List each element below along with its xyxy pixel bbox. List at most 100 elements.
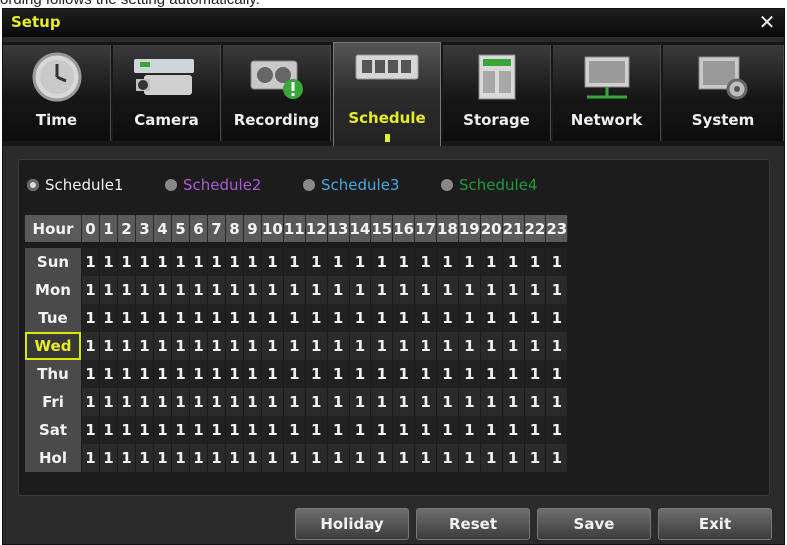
schedule-cell[interactable]: 1 — [546, 388, 569, 416]
schedule-cell[interactable]: 1 — [190, 276, 208, 304]
schedule-cell[interactable]: 1 — [437, 248, 459, 276]
schedule-cell[interactable]: 1 — [546, 416, 569, 444]
schedule-cell[interactable]: 1 — [283, 276, 306, 304]
schedule-cell[interactable]: 1 — [190, 416, 208, 444]
schedule-cell[interactable]: 1 — [136, 416, 154, 444]
schedule-cell[interactable]: 1 — [118, 360, 136, 388]
schedule-cell[interactable]: 1 — [480, 248, 503, 276]
schedule-cell[interactable]: 1 — [327, 276, 350, 304]
schedule-cell[interactable]: 1 — [82, 360, 100, 388]
schedule-cell[interactable]: 1 — [100, 332, 118, 360]
tab-camera[interactable]: Camera — [113, 45, 221, 141]
schedule-cell[interactable]: 1 — [118, 304, 136, 332]
tab-time[interactable]: Time — [3, 45, 111, 141]
schedule-cell[interactable]: 1 — [349, 276, 372, 304]
schedule-cell[interactable]: 1 — [502, 304, 525, 332]
schedule-cell[interactable]: 1 — [327, 304, 350, 332]
schedule-cell[interactable]: 1 — [226, 332, 244, 360]
schedule-cell[interactable]: 1 — [82, 444, 100, 472]
schedule-cell[interactable]: 1 — [190, 332, 208, 360]
schedule-cell[interactable]: 1 — [82, 248, 100, 276]
schedule-cell[interactable]: 1 — [226, 304, 244, 332]
schedule-cell[interactable]: 1 — [327, 444, 350, 472]
day-label[interactable]: Wed — [25, 332, 82, 360]
schedule-cell[interactable]: 1 — [208, 388, 226, 416]
schedule-cell[interactable]: 1 — [82, 332, 100, 360]
tab-schedule[interactable]: Schedule — [333, 42, 441, 146]
schedule-cell[interactable]: 1 — [502, 360, 525, 388]
schedule-cell[interactable]: 1 — [283, 304, 306, 332]
schedule-cell[interactable]: 1 — [82, 416, 100, 444]
schedule-cell[interactable]: 1 — [118, 276, 136, 304]
schedule-cell[interactable]: 1 — [172, 388, 190, 416]
schedule-cell[interactable]: 1 — [437, 304, 459, 332]
tab-recording[interactable]: Recording — [223, 45, 331, 141]
schedule-cell[interactable]: 1 — [154, 332, 172, 360]
schedule-cell[interactable]: 1 — [226, 416, 244, 444]
tab-system[interactable]: System — [663, 45, 784, 141]
schedule-cell[interactable]: 1 — [415, 388, 437, 416]
schedule-cell[interactable]: 1 — [262, 276, 284, 304]
schedule-cell[interactable]: 1 — [524, 248, 547, 276]
schedule-cell[interactable]: 1 — [262, 416, 284, 444]
schedule-cell[interactable]: 1 — [262, 360, 284, 388]
schedule-cell[interactable]: 1 — [283, 444, 306, 472]
schedule-cell[interactable]: 1 — [100, 388, 118, 416]
schedule-cell[interactable]: 1 — [393, 248, 416, 276]
schedule-cell[interactable]: 1 — [349, 248, 372, 276]
day-label[interactable]: Fri — [25, 388, 82, 416]
day-label[interactable]: Hol — [25, 444, 82, 472]
schedule-cell[interactable]: 1 — [393, 276, 416, 304]
schedule-cell[interactable]: 1 — [262, 248, 284, 276]
schedule-cell[interactable]: 1 — [172, 276, 190, 304]
schedule-cell[interactable]: 1 — [371, 416, 394, 444]
schedule-cell[interactable]: 1 — [480, 304, 503, 332]
schedule-cell[interactable]: 1 — [190, 388, 208, 416]
schedule-cell[interactable]: 1 — [502, 276, 525, 304]
schedule-cell[interactable]: 1 — [480, 388, 503, 416]
schedule-cell[interactable]: 1 — [172, 248, 190, 276]
schedule-cell[interactable]: 1 — [458, 416, 481, 444]
schedule-cell[interactable]: 1 — [283, 248, 306, 276]
schedule-cell[interactable]: 1 — [480, 444, 503, 472]
schedule-cell[interactable]: 1 — [349, 360, 372, 388]
schedule-cell[interactable]: 1 — [524, 444, 547, 472]
schedule-cell[interactable]: 1 — [208, 276, 226, 304]
schedule-cell[interactable]: 1 — [172, 416, 190, 444]
schedule-cell[interactable]: 1 — [172, 304, 190, 332]
schedule-cell[interactable]: 1 — [480, 416, 503, 444]
schedule-cell[interactable]: 1 — [480, 276, 503, 304]
schedule-cell[interactable]: 1 — [502, 332, 525, 360]
holiday-button[interactable]: Holiday — [295, 508, 409, 540]
schedule-cell[interactable]: 1 — [305, 304, 328, 332]
day-label[interactable]: Sat — [25, 416, 82, 444]
schedule-cell[interactable]: 1 — [226, 248, 244, 276]
schedule-cell[interactable]: 1 — [226, 444, 244, 472]
save-button[interactable]: Save — [537, 508, 651, 540]
schedule-cell[interactable]: 1 — [546, 248, 569, 276]
schedule-cell[interactable]: 1 — [393, 416, 416, 444]
schedule-cell[interactable]: 1 — [393, 332, 416, 360]
schedule-cell[interactable]: 1 — [100, 444, 118, 472]
schedule-cell[interactable]: 1 — [349, 304, 372, 332]
schedule-cell[interactable]: 1 — [546, 444, 569, 472]
schedule-cell[interactable]: 1 — [327, 416, 350, 444]
schedule-cell[interactable]: 1 — [244, 332, 262, 360]
schedule-cell[interactable]: 1 — [415, 304, 437, 332]
schedule-cell[interactable]: 1 — [502, 444, 525, 472]
schedule-cell[interactable]: 1 — [208, 332, 226, 360]
schedule-cell[interactable]: 1 — [524, 332, 547, 360]
schedule-cell[interactable]: 1 — [283, 416, 306, 444]
schedule4-radio[interactable]: Schedule4 — [441, 176, 537, 194]
day-label[interactable]: Tue — [25, 304, 82, 332]
schedule-cell[interactable]: 1 — [172, 332, 190, 360]
schedule-cell[interactable]: 1 — [524, 276, 547, 304]
schedule-cell[interactable]: 1 — [327, 388, 350, 416]
schedule-cell[interactable]: 1 — [393, 304, 416, 332]
schedule-cell[interactable]: 1 — [393, 444, 416, 472]
tab-storage[interactable]: Storage — [443, 45, 551, 141]
schedule-cell[interactable]: 1 — [190, 444, 208, 472]
schedule-cell[interactable]: 1 — [437, 360, 459, 388]
schedule-cell[interactable]: 1 — [415, 276, 437, 304]
schedule-cell[interactable]: 1 — [226, 276, 244, 304]
